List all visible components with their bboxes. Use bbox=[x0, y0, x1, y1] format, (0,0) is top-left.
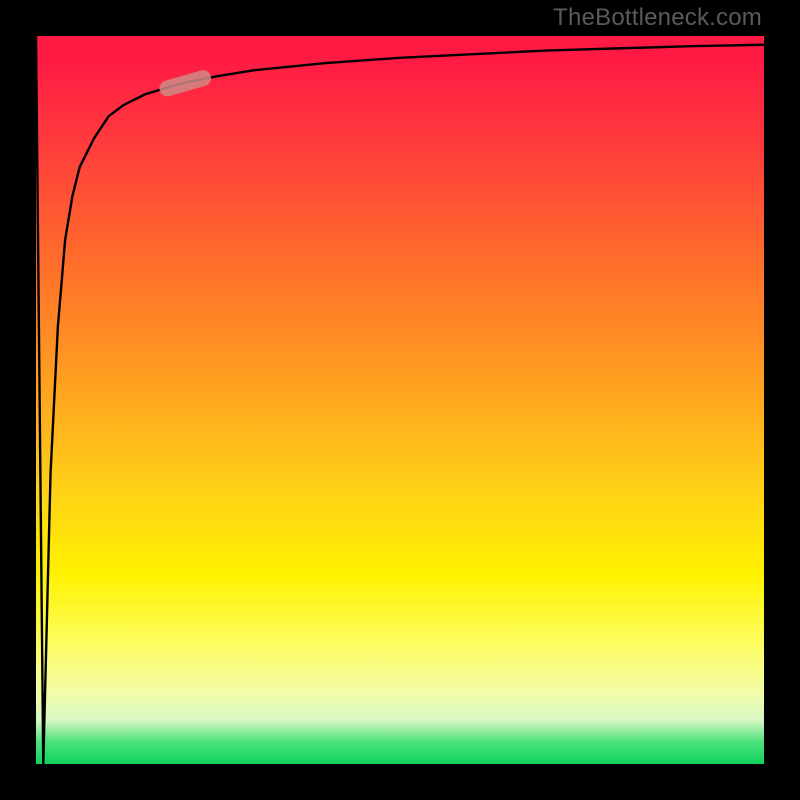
chart-frame bbox=[36, 36, 764, 764]
watermark-text: TheBottleneck.com bbox=[553, 4, 762, 32]
gradient-background bbox=[36, 36, 764, 764]
